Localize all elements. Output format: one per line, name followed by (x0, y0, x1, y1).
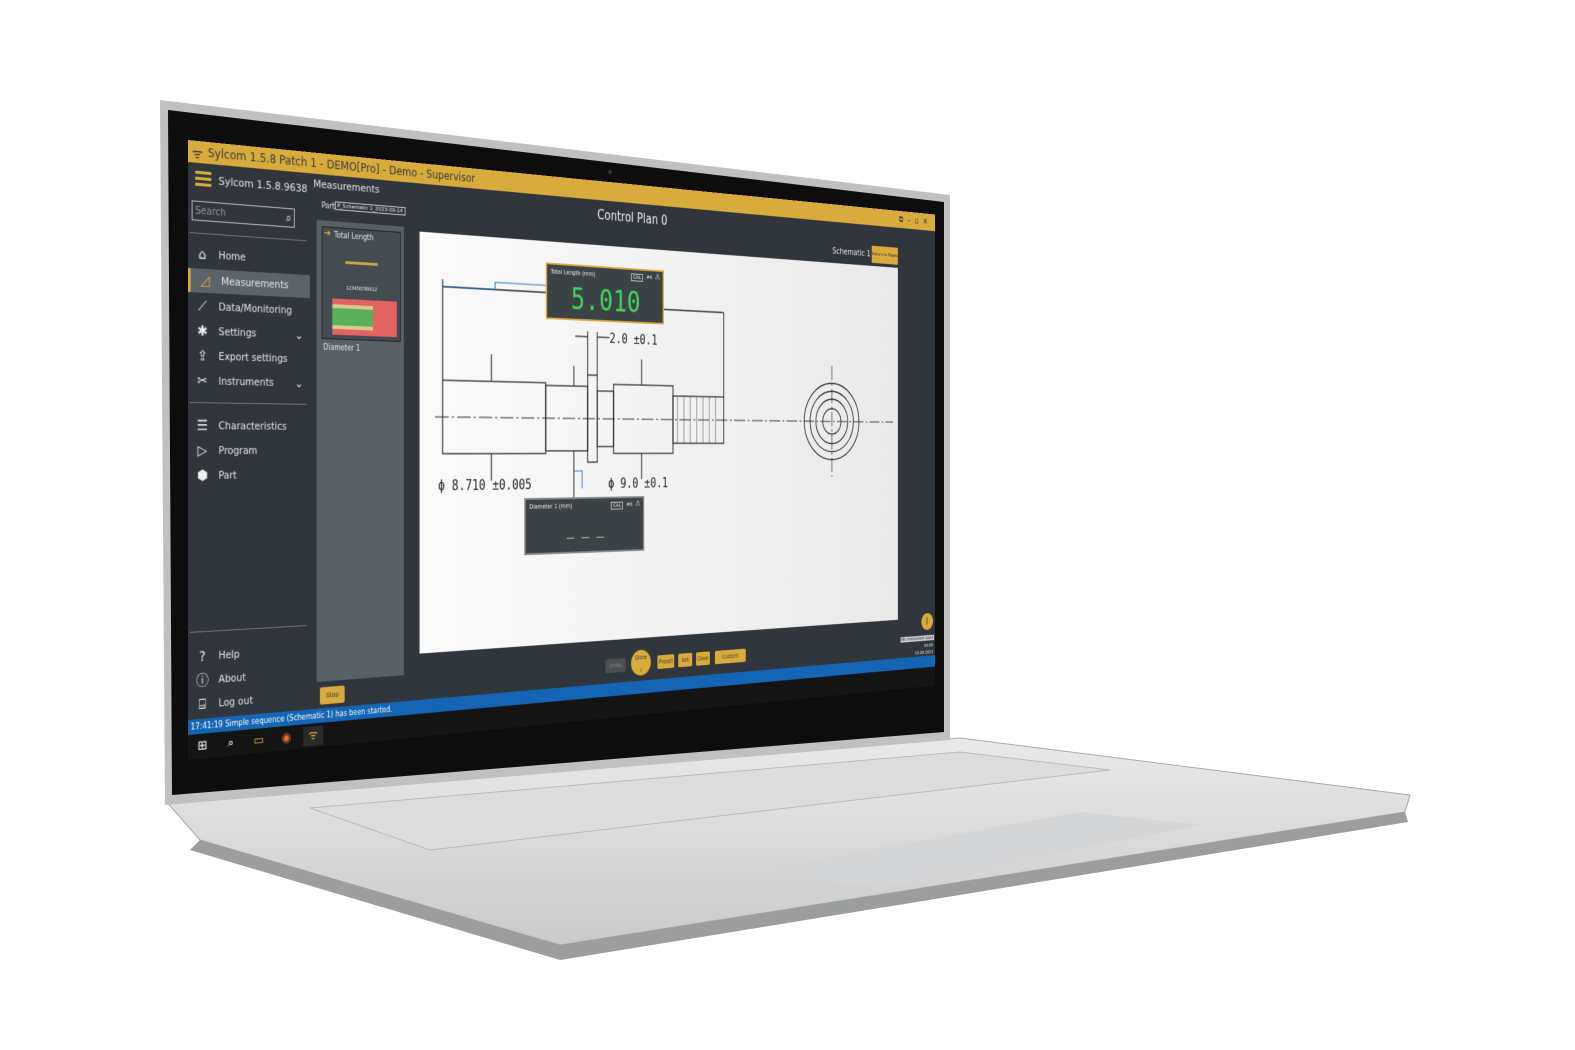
sidebar-item-label: Help (218, 648, 240, 662)
part-label: Part (321, 201, 335, 211)
search-icon[interactable]: ⌕ (220, 733, 241, 755)
preset-button[interactable]: Preset (657, 654, 675, 670)
measurement-box-total-length[interactable]: Total Length (mm) CAL #6 ⚠ 5.010 (545, 262, 664, 325)
sidebar-item-part[interactable]: ⬢ Part (188, 463, 310, 488)
set-button[interactable]: Set (678, 652, 693, 668)
instrument-index: #6 (626, 501, 633, 508)
measurement-list-panel: Measurements Part P_Schematic 1_2023-09-… (309, 173, 415, 710)
hamburger-menu-icon[interactable] (195, 170, 212, 190)
export-icon: ⇪ (197, 348, 208, 365)
divider (189, 232, 307, 242)
hexagon-icon: ⬢ (196, 467, 208, 484)
custom-preset-button[interactable]: Custom Preset (714, 648, 746, 673)
divider (189, 402, 307, 405)
dimension-label: ϕ 8.710 ±0.005 (438, 478, 532, 494)
characteristic-card-total-length[interactable]: ➔ Total Length 123456789012 (321, 226, 401, 342)
sidebar-item-measurements[interactable]: ◿ Measurements (188, 268, 310, 299)
chevron-down-icon[interactable]: ⌄ (295, 323, 303, 346)
firefox-icon[interactable]: ◉ (276, 728, 296, 749)
sidebar-item-label: Part (218, 469, 237, 482)
store-label: Store (634, 653, 648, 662)
webcam (608, 170, 612, 174)
store-button[interactable]: Store ⤓ (630, 649, 651, 677)
download-icon: ⤓ (639, 666, 642, 674)
measurement-value: _ _ _ (566, 520, 605, 540)
return-to-pages-button[interactable]: Return to Pages (871, 245, 898, 265)
arrow-right-icon: ➔ (324, 228, 332, 240)
stop-button[interactable]: Stop (319, 685, 345, 705)
measurement-box-diameter-1[interactable]: Diameter 1 (mm) CAL #6 ⚠ _ _ _ (524, 496, 645, 556)
sidebar-item-label: Characteristics (218, 420, 287, 433)
sidebar: Sylcom 1.5.8.9638 - I Search ⌕ ⌂ Home ◿ Mea… (188, 162, 319, 720)
measurement-value: 5.010 (570, 281, 641, 321)
page-title: Measurements (313, 177, 380, 196)
dimension-label: ϕ 9.0 ±0.1 (608, 477, 668, 492)
program-icon: ▷ (197, 443, 208, 459)
sidebar-item-label: Settings (218, 326, 257, 340)
measurement-label: Total Length (mm) (550, 268, 596, 278)
sidebar-item-label: Export settings (218, 350, 288, 365)
search-icon[interactable]: ⌕ (286, 208, 292, 228)
set-square-icon: ◿ (200, 272, 210, 290)
app-screen: ᯤ Sylcom 1.5.8 Patch 1 - DEMO[Pro] - Dem… (188, 140, 936, 760)
sidebar-item-label: Log out (218, 694, 254, 710)
warning-icon: ⚠ (634, 499, 641, 509)
measurement-label: Diameter 1 (mm) (529, 502, 573, 511)
windows-icon[interactable]: ⊞ (192, 736, 214, 758)
sidebar-item-label: Data/Monitoring (218, 301, 293, 317)
instrument-status: No instrument used (900, 634, 935, 643)
instrument-index: #6 (646, 274, 653, 281)
gears-icon: ✱ (197, 323, 208, 340)
sidebar-item-label: Instruments (218, 375, 274, 389)
chart-icon: ⟋ (198, 298, 207, 315)
sidebar-item-label: Home (218, 249, 246, 264)
search-input[interactable]: Search ⌕ (191, 200, 295, 228)
sidebar-item-program[interactable]: ▷ Program (188, 439, 310, 463)
sidebar-item-export-settings[interactable]: ⇪ Export settings (188, 344, 310, 371)
divider (189, 625, 307, 633)
sidebar-item-instruments[interactable]: ✂ Instruments ⌄ (188, 369, 310, 395)
logout-icon: ⍈ (198, 696, 207, 714)
main-area: Control Plan 0 Schematic 1 Return to Pag… (414, 183, 936, 701)
part-select[interactable]: P_Schematic 1_2023-09-14 (334, 201, 406, 216)
schematic-canvas: 2.0 ±0.1 ϕ 8.710 ±0.005 ϕ 9.0 ±0.1 Total… (419, 231, 898, 654)
dimension-label: 2.0 ±0.1 (609, 332, 657, 348)
bluetooth-icon[interactable]: ᛒ (921, 612, 933, 631)
question-icon: ? (199, 648, 206, 666)
file-explorer-icon[interactable]: ▭ (248, 730, 269, 752)
clock-time: 09:06 (923, 642, 933, 649)
clear-button[interactable]: Clear (696, 651, 710, 666)
caliper-icon (345, 261, 378, 266)
characteristic-item-diameter-1[interactable]: Diameter 1 (323, 343, 360, 353)
info-icon: ⓘ (196, 672, 209, 690)
undo-button[interactable]: Undo (605, 657, 626, 674)
sidebar-item-label: About (218, 671, 246, 686)
sidebar-item-settings[interactable]: ✱ Settings ⌄ (188, 319, 310, 347)
sidebar-item-label: Program (218, 445, 258, 457)
card-title: Total Length (333, 230, 374, 243)
characteristics-thumbnails: ➔ Total Length 123456789012 Diameter 1 (316, 219, 404, 682)
serial-number: 123456789012 (346, 285, 378, 294)
schematic-name: Schematic 1 (832, 245, 871, 259)
cal-badge: CAL (611, 501, 623, 510)
app-version: Sylcom 1.5.8.9638 - I (218, 174, 320, 197)
sidebar-item-characteristics[interactable]: ☰ Characteristics (188, 414, 310, 438)
sidebar-item-label: Measurements (221, 275, 289, 292)
control-plan-title: Control Plan 0 (597, 206, 668, 229)
warning-icon: ⚠ (654, 273, 661, 283)
spc-mini-chart (332, 298, 397, 338)
tools-icon: ✂ (197, 373, 208, 390)
cal-badge: CAL (631, 273, 643, 282)
sylcom-icon[interactable]: ᯤ (303, 725, 324, 747)
list-icon: ☰ (196, 418, 209, 435)
home-icon: ⌂ (198, 246, 207, 264)
chevron-down-icon[interactable]: ⌄ (295, 372, 303, 395)
search-placeholder: Search (195, 205, 226, 219)
